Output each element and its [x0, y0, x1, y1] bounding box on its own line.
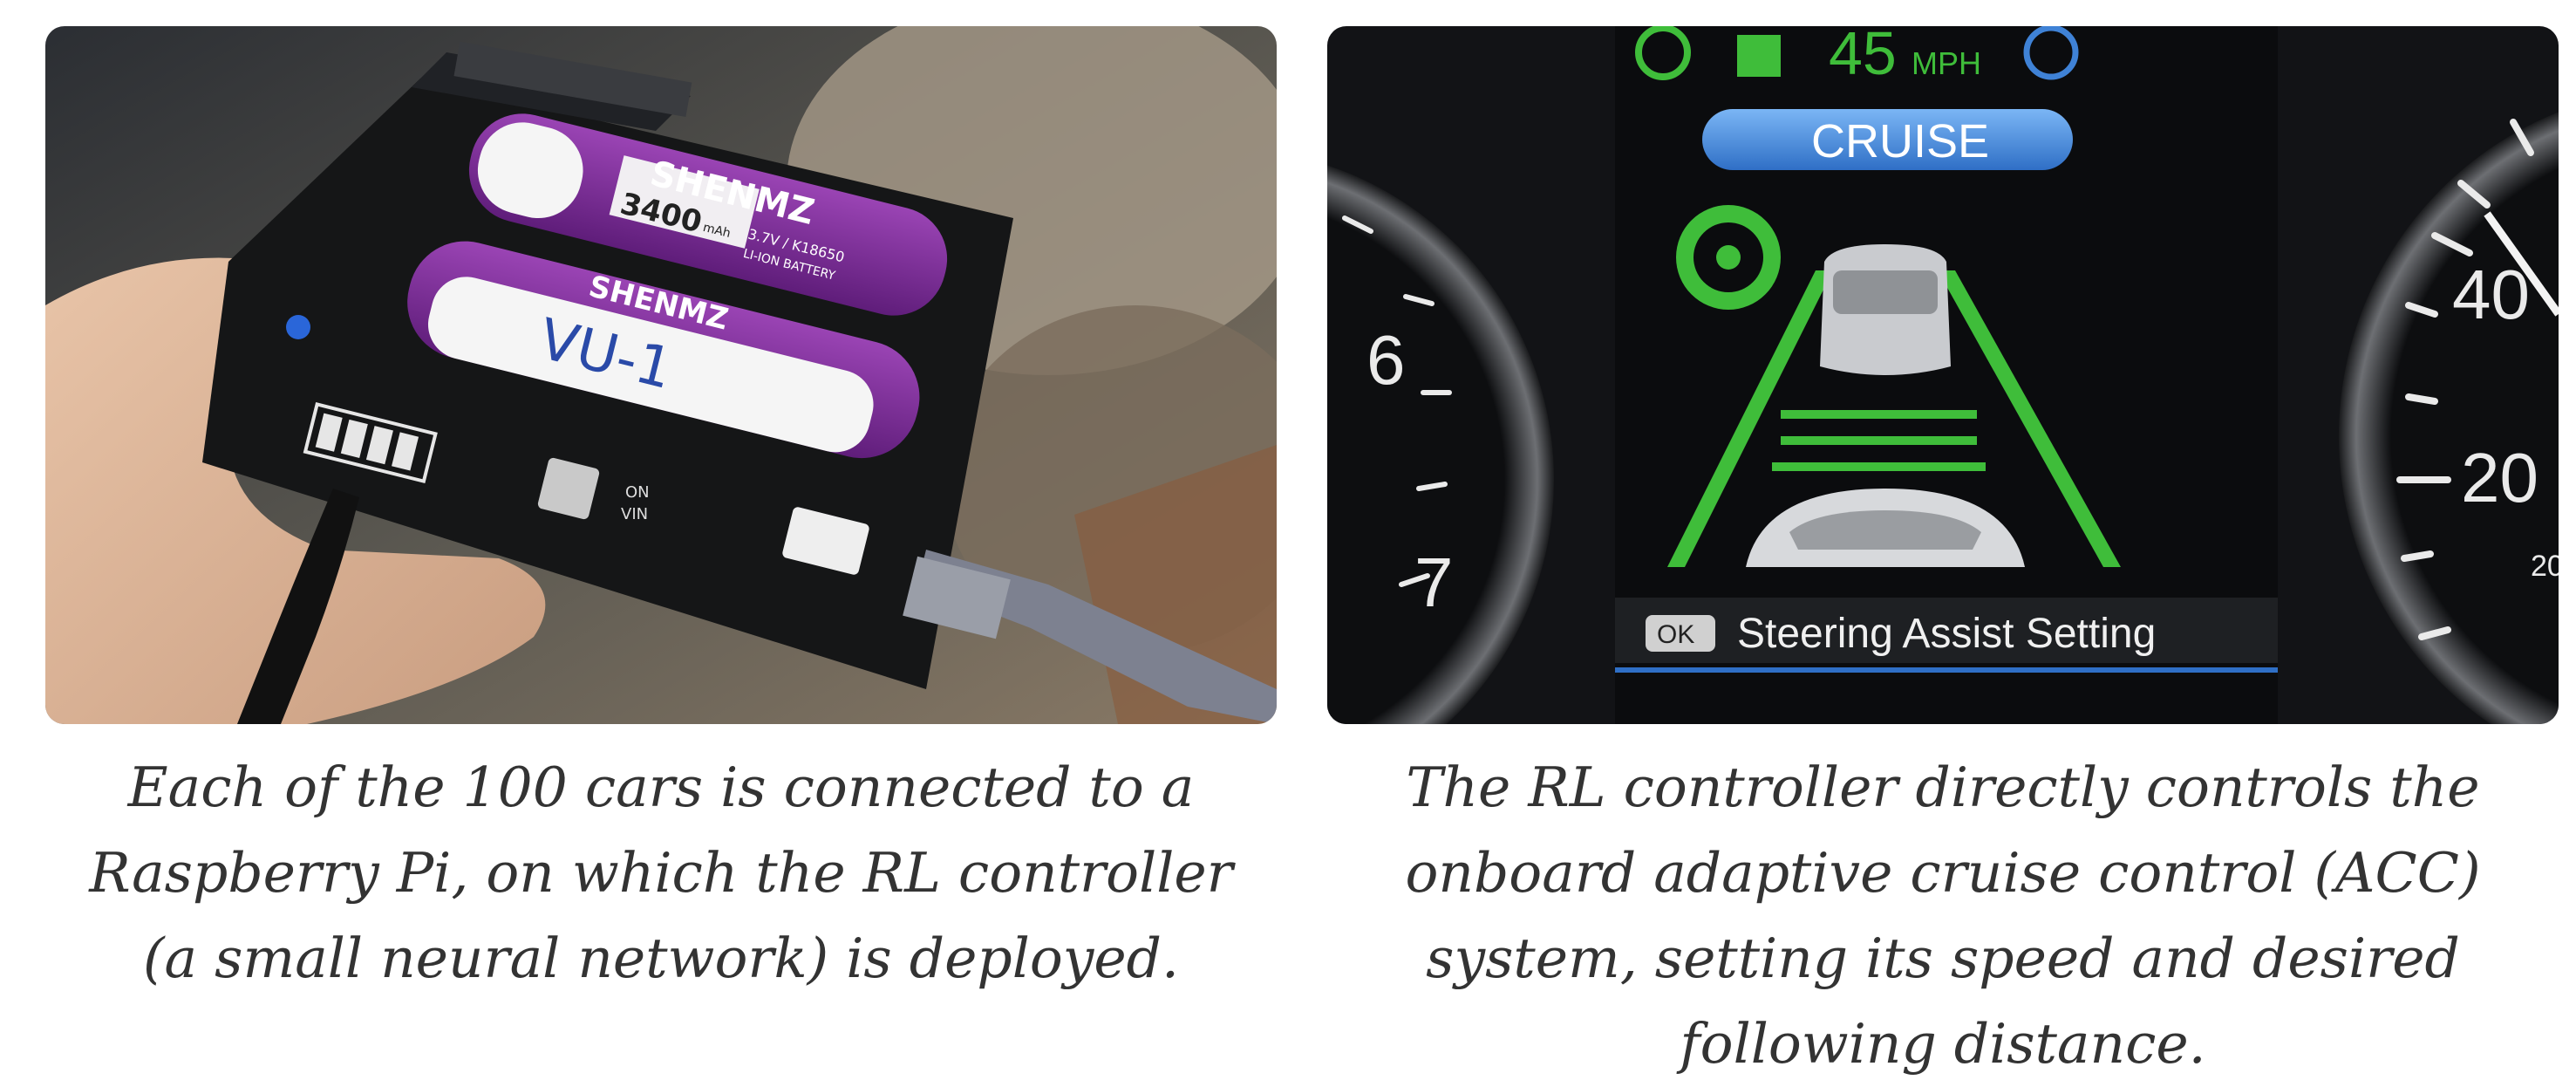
- speed-unit: MPH: [1912, 45, 1981, 81]
- caption-raspberry-pi: Each of the 100 cars is connected to a R…: [89, 755, 1233, 990]
- speedo-20-small: 20: [2531, 550, 2559, 583]
- speedo-40: 40: [2452, 256, 2530, 333]
- ok-label: OK: [1657, 620, 1694, 649]
- raspberry-pi-image: SHENMZ 3400 mAh 3.7V / K18650 LI-ION BAT…: [45, 26, 1277, 724]
- tach-6: 6: [1366, 321, 1406, 399]
- caption-instrument-cluster: The RL controller directly controls the …: [1405, 755, 2481, 1076]
- steering-assist-text: Steering Assist Setting: [1737, 611, 2156, 657]
- raspberry-pi-photo: SHENMZ 3400 mAh 3.7V / K18650 LI-ION BAT…: [45, 26, 1277, 724]
- lane-keep-icon: [1737, 35, 1781, 77]
- board-silkscreen-vin: VIN: [621, 505, 648, 523]
- speed-value: 45: [1829, 26, 1897, 87]
- board-silkscreen-on: ON: [625, 483, 650, 502]
- instrument-cluster-photo: 6 7 40 20 20 45 MPH CRUISE OK Steering A…: [1327, 26, 2559, 724]
- instrument-cluster-image: 6 7 40 20 20 45 MPH CRUISE OK Steering A…: [1327, 26, 2559, 724]
- figure-raspberry-pi: SHENMZ 3400 mAh 3.7V / K18650 LI-ION BAT…: [45, 26, 1277, 1002]
- figure-instrument-cluster: 6 7 40 20 20 45 MPH CRUISE OK Steering A…: [1327, 26, 2559, 1087]
- cruise-label: CRUISE: [1811, 115, 1989, 167]
- tach-7: 7: [1414, 544, 1454, 621]
- speedo-20: 20: [2461, 439, 2539, 516]
